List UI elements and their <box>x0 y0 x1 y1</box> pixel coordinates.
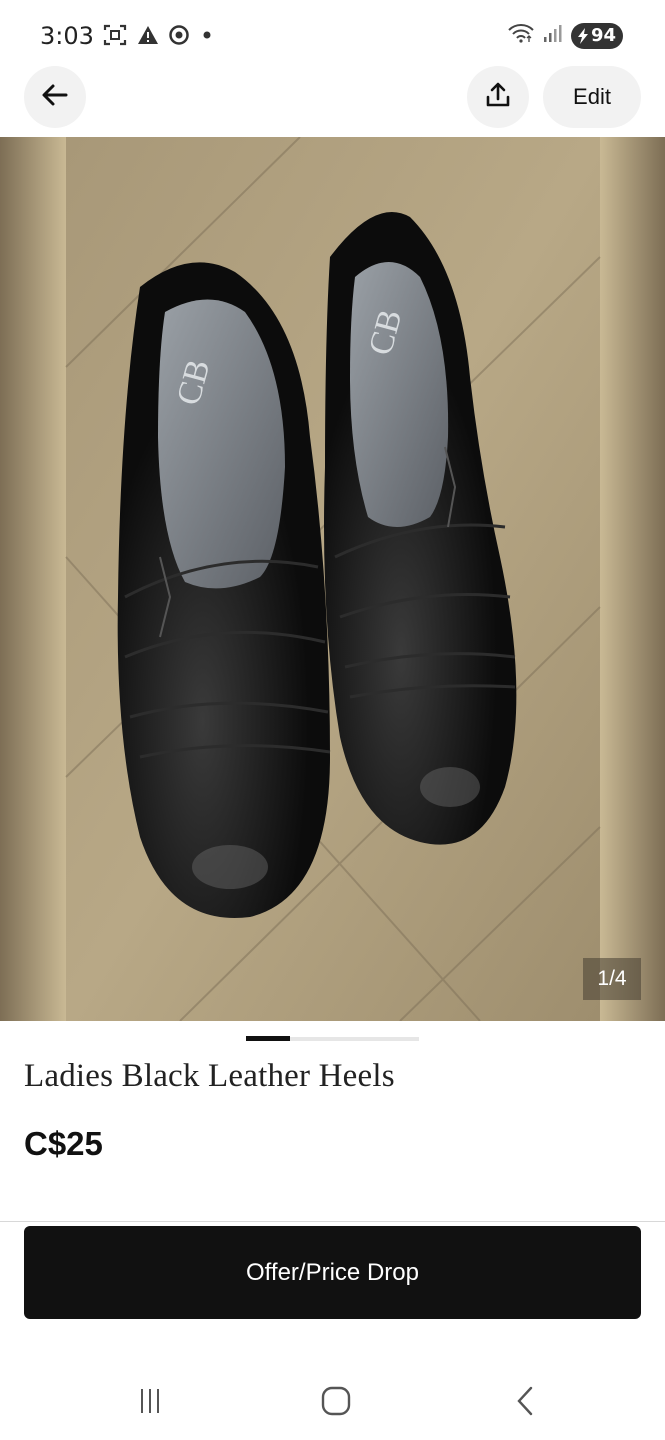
edit-button[interactable]: Edit <box>543 66 641 128</box>
offer-price-drop-button[interactable]: Offer/Price Drop <box>24 1226 641 1319</box>
charging-bolt-icon <box>577 27 588 44</box>
recent-apps-icon[interactable] <box>130 1384 170 1418</box>
image-counter: 1/4 <box>583 958 641 1000</box>
listing-title: Ladies Black Leather Heels <box>24 1058 395 1094</box>
screenshot-icon <box>103 24 127 51</box>
product-photo[interactable]: CB CB 1/4 <box>0 137 665 1021</box>
chrome-icon <box>169 25 189 50</box>
carousel-indicator-active <box>246 1036 290 1041</box>
wifi-icon <box>507 22 535 49</box>
status-bar: 3:03 94 <box>0 0 665 70</box>
back-button[interactable] <box>24 66 86 128</box>
alert-icon <box>137 25 159 50</box>
status-icons-left <box>103 24 215 51</box>
back-nav-icon[interactable] <box>505 1384 545 1418</box>
battery-level: 94 <box>590 25 616 46</box>
home-icon[interactable] <box>316 1384 356 1418</box>
divider <box>0 1221 665 1222</box>
listing-price: C$25 <box>24 1125 103 1162</box>
arrow-left-icon <box>40 80 70 115</box>
battery-icon: 94 <box>570 22 623 49</box>
system-navbar <box>0 1360 665 1440</box>
share-upload-icon <box>484 81 512 114</box>
status-time: 3:03 <box>40 22 94 50</box>
dot-icon <box>199 27 215 48</box>
share-button[interactable] <box>467 66 529 128</box>
shoes-image: CB CB <box>0 137 665 1021</box>
signal-icon <box>543 23 563 48</box>
status-icons-right: 94 <box>507 22 623 49</box>
